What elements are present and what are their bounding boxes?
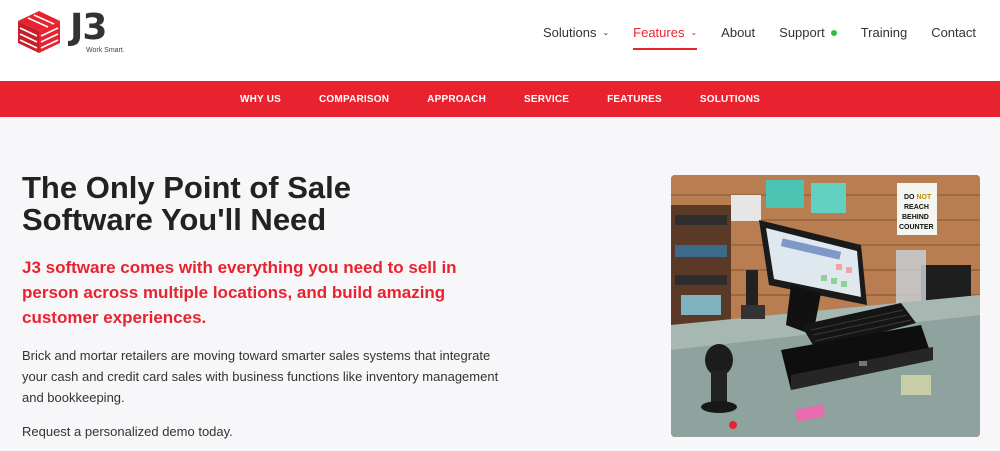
nav-training[interactable]: Training xyxy=(861,20,907,44)
nav-contact[interactable]: Contact xyxy=(931,20,976,44)
nav-label: Contact xyxy=(931,24,976,40)
status-online-dot xyxy=(830,30,837,36)
hero-subtitle: J3 software comes with everything you ne… xyxy=(22,258,457,327)
subnav-service[interactable]: SERVICE xyxy=(524,94,569,105)
hero-cta-text: Request a personalized demo today. xyxy=(22,424,233,439)
subnav-why-us[interactable]: WHY US xyxy=(240,94,281,105)
pos-terminal-photo: DO NOT REACH BEHIND COUNTER xyxy=(671,175,980,437)
logo-tagline: Work Smart. xyxy=(86,47,125,54)
subnav-solutions[interactable]: SOLUTIONS xyxy=(700,94,760,105)
chevron-down-icon: ⌄ xyxy=(602,27,610,37)
nav-label: About xyxy=(721,24,756,40)
subnav-approach[interactable]: APPROACH xyxy=(427,94,486,105)
sign-text: REACH xyxy=(904,204,929,211)
site-header: J3 Work Smart. Solutions ⌄ Features ⌄ Ab… xyxy=(0,0,1000,81)
nav-label: Features xyxy=(633,24,685,40)
hero-title-line1: The Only Point of Sale xyxy=(22,170,351,205)
hero-body-text: Brick and mortar retailers are moving to… xyxy=(22,348,499,405)
nav-about[interactable]: About xyxy=(721,20,755,44)
nav-label: Support xyxy=(779,24,825,40)
logo-wordmark: J3 xyxy=(70,7,107,48)
nav-features[interactable]: Features ⌄ xyxy=(633,20,698,50)
chevron-down-icon: ⌄ xyxy=(690,27,698,37)
logo[interactable]: J3 Work Smart. xyxy=(16,7,141,59)
subnav-comparison[interactable]: COMPARISON xyxy=(319,94,389,105)
sign-text: COUNTER xyxy=(899,224,934,231)
j3-logo-icon xyxy=(18,11,60,53)
nav-label: Training xyxy=(860,24,908,40)
hero-title: The Only Point of Sale Software You'll N… xyxy=(22,172,442,236)
subnav-features[interactable]: FEATURES xyxy=(607,94,662,105)
nav-support[interactable]: Support xyxy=(779,20,837,44)
pos-terminal-illustration: DO NOT REACH BEHIND COUNTER xyxy=(671,175,980,437)
sign-text: BEHIND xyxy=(902,214,929,221)
section-subnav: WHY US COMPARISON APPROACH SERVICE FEATU… xyxy=(0,81,1000,117)
main-nav: Solutions ⌄ Features ⌄ About Support Tra… xyxy=(519,0,976,64)
hero-title-line2: Software You'll Need xyxy=(22,202,327,237)
nav-solutions[interactable]: Solutions ⌄ xyxy=(543,20,609,44)
nav-label: Solutions xyxy=(542,24,597,40)
sign-text: DO NOT xyxy=(904,194,932,201)
